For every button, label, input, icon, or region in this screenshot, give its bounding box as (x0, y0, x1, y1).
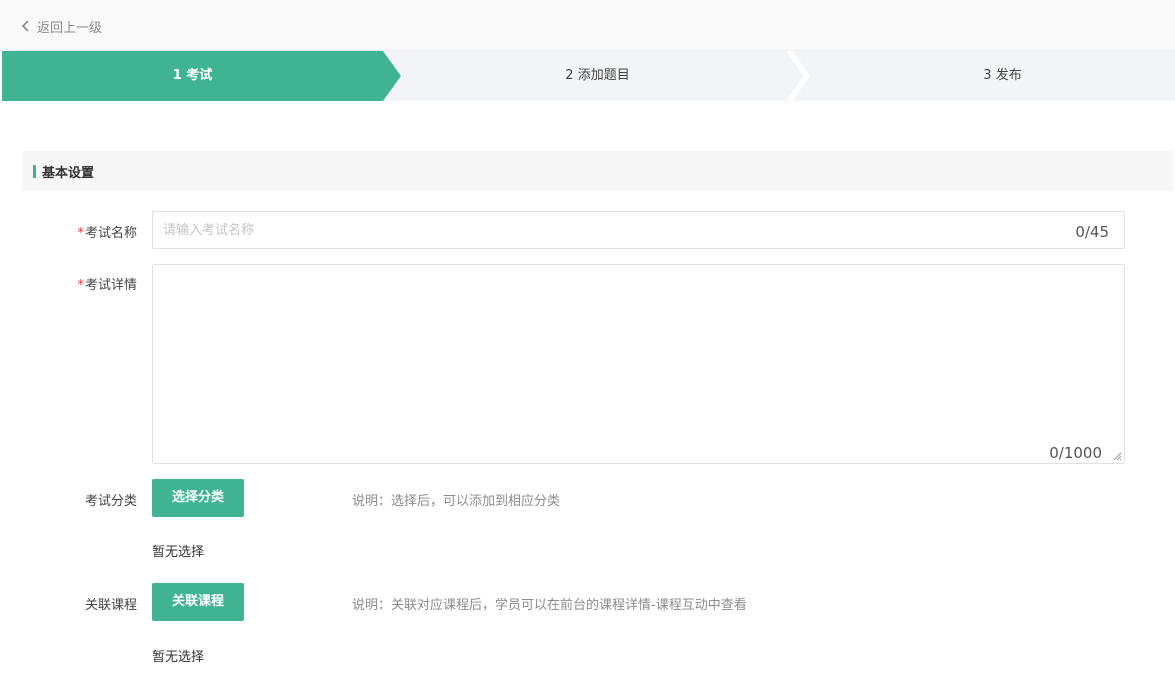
resize-handle-icon[interactable] (1113, 452, 1122, 461)
course-hint: 说明：关联对应课程后，学员可以在前台的课程详情-课程互动中查看 (352, 598, 747, 613)
back-label: 返回上一级 (37, 20, 103, 36)
category-hint: 说明：选择后，可以添加到相应分类 (352, 494, 561, 509)
course-label: 关联课程 (84, 598, 137, 613)
course-empty-text: 暂无选择 (152, 650, 205, 665)
top-bar: 返回上一级 (0, 0, 1175, 51)
exam-name-input[interactable] (153, 212, 1033, 248)
required-mark: * (77, 226, 84, 241)
exam-name-label: *考试名称 (17, 222, 137, 241)
step-exam[interactable]: 1 考试 (0, 51, 385, 101)
section-title: 基本设置 (42, 166, 95, 181)
exam-detail-field: 0/1000 (152, 264, 1125, 464)
step-publish[interactable]: 3 发布 (805, 51, 1175, 101)
step-progress-bar: 1 考试 2 添加题目 3 发布 (0, 51, 1175, 101)
exam-name-label-text: 考试名称 (84, 226, 137, 241)
category-empty-text: 暂无选择 (152, 545, 205, 560)
exam-name-counter: 0/45 (1075, 223, 1109, 241)
chevron-left-icon (21, 20, 29, 32)
exam-detail-textarea[interactable] (153, 265, 1113, 455)
category-label: 考试分类 (84, 494, 137, 509)
exam-name-field: 0/45 (152, 211, 1125, 249)
select-category-button[interactable]: 选择分类 (152, 479, 244, 517)
required-mark: * (77, 278, 84, 293)
step-add-questions[interactable]: 2 添加题目 (395, 51, 800, 101)
section-header: 基本设置 (22, 151, 1173, 191)
link-course-button[interactable]: 关联课程 (152, 583, 244, 621)
back-link[interactable]: 返回上一级 (20, 17, 103, 36)
exam-detail-label-text: 考试详情 (84, 278, 137, 293)
exam-detail-label: *考试详情 (17, 274, 137, 293)
section-accent-bar (33, 165, 36, 178)
exam-detail-counter: 0/1000 (1049, 444, 1102, 462)
